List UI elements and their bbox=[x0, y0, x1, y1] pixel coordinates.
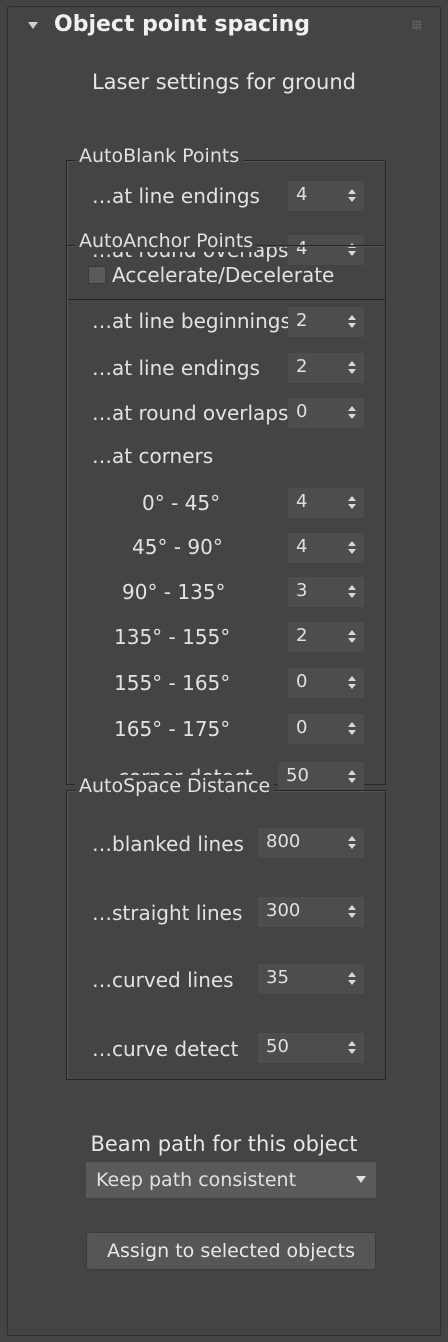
anchor-line-beginnings-label: …at line beginnings bbox=[92, 309, 291, 334]
autospace-curved-lines-label: …curved lines bbox=[92, 968, 234, 993]
rollout-header[interactable]: Object point spacing bbox=[8, 10, 428, 50]
corner-155-165-spinner[interactable]: 0 bbox=[288, 668, 364, 699]
autospace-curved-lines-spinner[interactable]: 35 bbox=[258, 964, 364, 995]
spinner-value[interactable]: 300 bbox=[266, 900, 300, 921]
corner-range-label: 135° - 155° bbox=[114, 624, 231, 649]
spinner-value[interactable]: 0 bbox=[296, 401, 307, 422]
spinner-value[interactable]: 35 bbox=[266, 967, 289, 988]
anchor-corners-label: …at corners bbox=[92, 443, 214, 468]
spinner-arrows-icon[interactable] bbox=[348, 360, 356, 375]
autospace-straight-lines-spinner[interactable]: 300 bbox=[258, 896, 364, 927]
spinner-value[interactable]: 0 bbox=[296, 717, 307, 738]
spinner-value[interactable]: 2 bbox=[296, 310, 307, 331]
collapse-triangle-icon[interactable] bbox=[28, 22, 38, 29]
corner-135-155-spinner[interactable]: 2 bbox=[288, 621, 364, 652]
autospace-curve-detect-spinner[interactable]: 50 bbox=[258, 1033, 364, 1064]
spinner-value[interactable]: 800 bbox=[266, 831, 300, 852]
corner-90-135-spinner[interactable]: 3 bbox=[288, 577, 364, 608]
spinner-value[interactable]: 4 bbox=[296, 536, 307, 557]
assign-to-selected-button[interactable]: Assign to selected objects bbox=[86, 1232, 376, 1270]
spinner-arrows-icon[interactable] bbox=[348, 676, 356, 690]
spinner-value[interactable]: 2 bbox=[296, 356, 307, 377]
beam-path-dropdown[interactable]: Keep path consistent bbox=[86, 1162, 376, 1198]
spinner-arrows-icon[interactable] bbox=[348, 722, 356, 736]
autoanchor-group-title: AutoAnchor Points bbox=[75, 230, 258, 252]
corner-range-label: 0° - 45° bbox=[142, 490, 221, 515]
spinner-arrows-icon[interactable] bbox=[348, 406, 356, 420]
spinner-value[interactable]: 0 bbox=[296, 671, 307, 692]
spinner-arrows-icon[interactable] bbox=[348, 972, 356, 986]
autospace-blanked-lines-label: …blanked lines bbox=[92, 832, 244, 856]
spinner-value[interactable]: 4 bbox=[296, 184, 307, 205]
corner-range-label: 165° - 175° bbox=[114, 717, 231, 742]
spinner-arrows-icon[interactable] bbox=[348, 189, 356, 203]
corner-detect-spinner[interactable]: 50 bbox=[278, 762, 364, 793]
grip-handle-icon[interactable] bbox=[412, 20, 422, 30]
spinner-arrows-icon[interactable] bbox=[348, 629, 356, 644]
spinner-value[interactable]: 4 bbox=[296, 491, 307, 512]
autospace-group-title: AutoSpace Distance bbox=[75, 775, 275, 797]
anchor-line-endings-spinner[interactable]: 2 bbox=[288, 352, 364, 383]
dropdown-arrow-icon[interactable] bbox=[356, 1176, 366, 1183]
spinner-arrows-icon[interactable] bbox=[348, 496, 356, 510]
beam-path-label: Beam path for this object bbox=[90, 1132, 358, 1156]
spinner-value[interactable]: 50 bbox=[286, 765, 309, 786]
autospace-blanked-lines-spinner[interactable]: 800 bbox=[258, 828, 364, 859]
autoblank-line-endings-spinner[interactable]: 4 bbox=[288, 181, 364, 211]
corner-range-label: 155° - 165° bbox=[114, 670, 231, 695]
anchor-line-endings-label: …at line endings bbox=[92, 355, 260, 380]
accelerate-checkbox[interactable] bbox=[88, 265, 106, 284]
spinner-arrows-icon[interactable] bbox=[348, 585, 356, 599]
autoblank-line-endings-label: …at line endings bbox=[92, 184, 260, 208]
corner-range-label: 45° - 90° bbox=[132, 535, 223, 560]
spinner-value[interactable]: 3 bbox=[296, 580, 307, 601]
rollout-subtitle: Laser settings for ground bbox=[91, 70, 356, 94]
corner-165-175-spinner[interactable]: 0 bbox=[288, 714, 364, 745]
spinner-arrows-icon[interactable] bbox=[348, 314, 356, 329]
spinner-arrows-icon[interactable] bbox=[348, 770, 356, 784]
autospace-curve-detect-label: …curve detect bbox=[92, 1037, 239, 1061]
autospace-straight-lines-label: …straight lines bbox=[92, 900, 243, 925]
corner-0-45-spinner[interactable]: 4 bbox=[288, 488, 364, 519]
spinner-value[interactable]: 50 bbox=[266, 1036, 289, 1057]
accelerate-label[interactable]: Accelerate/Decelerate bbox=[112, 263, 334, 287]
anchor-line-beginnings-spinner[interactable]: 2 bbox=[288, 306, 364, 337]
corner-range-label: 90° - 135° bbox=[122, 579, 226, 604]
anchor-round-overlaps-spinner[interactable]: 0 bbox=[288, 398, 364, 429]
rollout-title: Object point spacing bbox=[54, 12, 311, 37]
anchor-round-overlaps-label: …at round overlaps bbox=[92, 400, 289, 425]
corner-45-90-spinner[interactable]: 4 bbox=[288, 532, 364, 563]
spinner-arrows-icon[interactable] bbox=[348, 1041, 356, 1055]
autoblank-group-title: AutoBlank Points bbox=[75, 145, 244, 167]
spinner-arrows-icon[interactable] bbox=[348, 904, 356, 919]
beam-path-selected[interactable]: Keep path consistent bbox=[96, 1169, 296, 1191]
spinner-value[interactable]: 2 bbox=[296, 625, 307, 646]
spinner-arrows-icon[interactable] bbox=[348, 836, 356, 850]
spinner-arrows-icon[interactable] bbox=[348, 540, 356, 555]
